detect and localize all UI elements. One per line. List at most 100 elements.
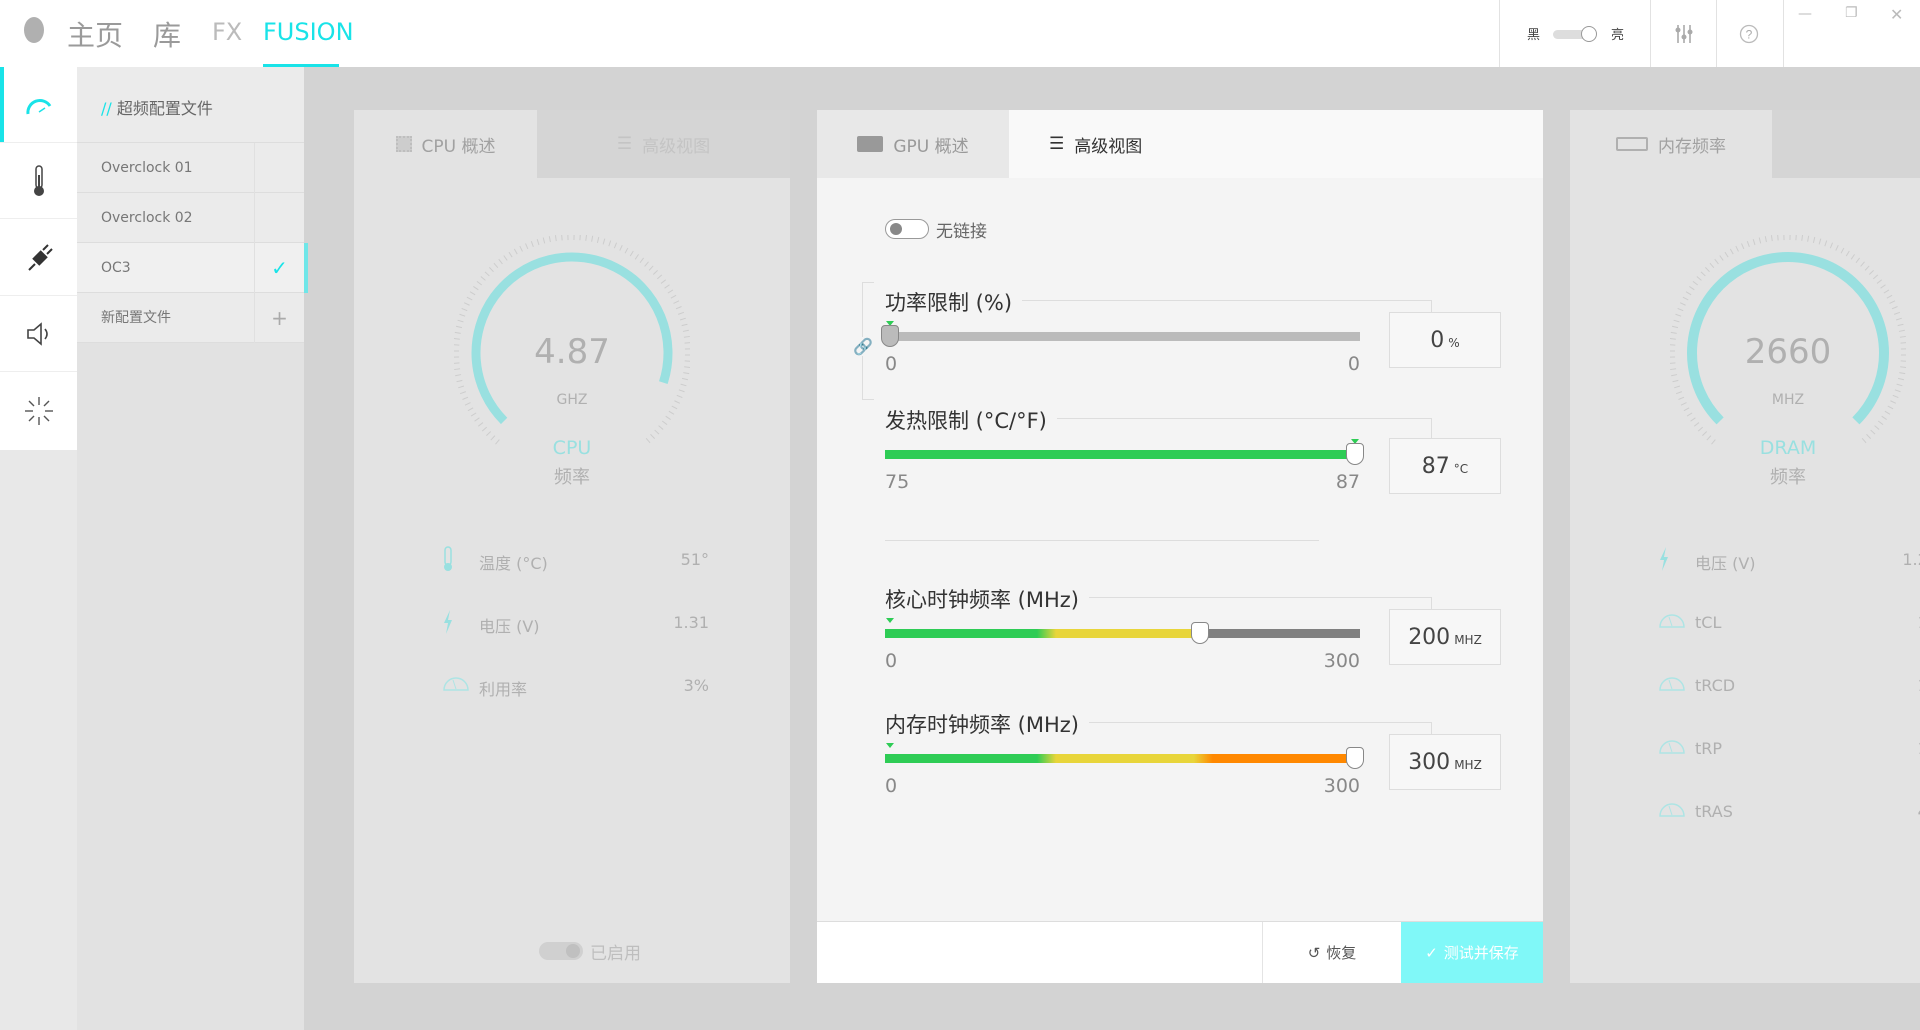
tab-label: GPU 概述 — [893, 136, 969, 157]
slider-value-input[interactable]: 0% — [1389, 312, 1501, 368]
link-toggle[interactable] — [885, 219, 929, 239]
nav-fusion[interactable]: FUSION — [263, 18, 354, 46]
theme-light-label: 亮 — [1611, 28, 1625, 43]
profiles-header-title: 超频配置文件 — [116, 99, 213, 118]
nav-home[interactable]: 主页 — [67, 14, 123, 54]
slider-unit: % — [1448, 336, 1460, 350]
nav-library[interactable]: 库 — [153, 14, 181, 54]
cpu-value: 4.87 — [534, 332, 610, 372]
stat-label: tRP — [1695, 739, 1723, 758]
profiles-header: // 超频配置文件 — [77, 67, 304, 143]
divider — [885, 540, 1319, 541]
sidebar-item-power[interactable] — [0, 220, 77, 296]
help-icon[interactable]: ? — [1739, 24, 1759, 44]
sliders-settings-icon[interactable] — [1674, 24, 1694, 44]
profile-item-active[interactable]: OC3 ✓ — [77, 243, 308, 293]
check-icon: ✓ — [1425, 943, 1438, 962]
tab-gpu-advanced[interactable]: ☰ 高级视图 — [1009, 110, 1543, 178]
chain-link-icon[interactable]: 🔗 — [853, 337, 873, 356]
stat-label: tCL — [1695, 613, 1722, 632]
slider-value: 200 — [1408, 624, 1451, 650]
light-burst-icon — [24, 397, 53, 425]
stat-value: 1.20 — [1902, 550, 1920, 569]
thermometer-icon — [33, 164, 44, 196]
plus-icon: + — [254, 293, 304, 343]
slider-thumb[interactable] — [1346, 443, 1364, 465]
link-toggle-label: 无链接 — [936, 222, 987, 242]
tab-gpu-overview[interactable]: GPU 概述 — [817, 110, 1009, 178]
profile-item[interactable]: Overclock 01 — [77, 143, 304, 193]
stat-label: 电压 (V) — [1695, 554, 1756, 573]
ram-module-icon — [1616, 137, 1648, 151]
theme-toggle[interactable] — [1551, 26, 1599, 42]
test-and-save-button[interactable]: ✓ 测试并保存 — [1401, 922, 1543, 983]
slider-value-input[interactable]: 300 MHZ — [1389, 734, 1501, 790]
slider-bracket — [985, 300, 1432, 335]
default-marker-icon — [886, 618, 894, 623]
profile-item[interactable]: Overclock 02 — [77, 193, 304, 243]
tab-cpu-overview[interactable]: CPU 概述 — [354, 110, 537, 178]
divider — [1783, 0, 1784, 67]
check-icon: ✓ — [254, 243, 304, 293]
profile-label: Overclock 02 — [101, 210, 193, 226]
slider-unit: MHZ — [1454, 633, 1482, 647]
sidebar-item-thermal[interactable] — [0, 143, 77, 219]
slider-thumb[interactable] — [881, 325, 899, 347]
theme-dark-label: 黑 — [1527, 28, 1541, 43]
slider-thumb[interactable] — [1191, 622, 1210, 644]
sidebar-item-audio[interactable] — [0, 296, 77, 372]
stat-value: 43 — [1858, 802, 1920, 821]
tab-cpu-advanced[interactable]: ☰ 高级视图 — [537, 110, 790, 178]
ram-panel: 内存频率 2660 MHZ DRAM 频率 电压 (V) 1.20 tCL 19… — [1570, 110, 1920, 983]
minimize-icon[interactable]: — — [1798, 6, 1812, 22]
nav-fx[interactable]: FX — [212, 18, 242, 46]
slider-value: 300 — [1408, 749, 1451, 775]
divider — [1716, 0, 1717, 67]
sidebar — [0, 67, 77, 450]
stat-label: tRAS — [1695, 802, 1733, 821]
stat-value: 19 — [1858, 676, 1920, 695]
thermometer-icon — [442, 546, 454, 576]
gpu-panel: GPU 概述 ☰ 高级视图 无链接 🔗 功率限制 (%) 0 0 0% 发热限制 … — [817, 110, 1543, 983]
stat-value: 19 — [1858, 613, 1920, 632]
svg-text:?: ? — [1746, 28, 1753, 42]
cpu-unit: GHZ — [556, 392, 588, 408]
gauge-icon — [1658, 672, 1686, 696]
slider-value-input[interactable]: 200 MHZ — [1389, 609, 1501, 665]
slider-max: 300 — [1323, 650, 1360, 672]
restore-button[interactable]: ↺ 恢复 — [1262, 922, 1401, 983]
top-bar: 主页 库 FX FUSION 黑 亮 ? — ❐ ✕ — [0, 0, 1920, 67]
divider — [1499, 0, 1500, 67]
new-profile-item[interactable]: 新配置文件 + — [77, 293, 304, 343]
tab-label: 高级视图 — [1074, 136, 1143, 157]
cpu-enabled-label: 已启用 — [590, 944, 641, 964]
speaker-icon — [26, 321, 48, 346]
slider-track[interactable] — [885, 450, 1360, 459]
gauge-icon — [1658, 735, 1686, 759]
cpu-enabled-toggle[interactable] — [539, 942, 583, 960]
restore-label: 恢复 — [1326, 944, 1357, 962]
sidebar-item-lighting[interactable] — [0, 373, 77, 449]
slider-title: 功率限制 (%) — [885, 287, 1023, 317]
stat-value: 1.31 — [673, 613, 709, 632]
slider-max: 0 — [1347, 353, 1360, 375]
slider-title: 内存时钟频率 (MHz) — [885, 709, 1089, 739]
tab-ram-frequency[interactable]: 内存频率 — [1570, 110, 1772, 178]
slider-min: 0 — [885, 775, 898, 797]
default-marker-icon — [886, 743, 894, 748]
speedometer-icon — [25, 98, 51, 114]
divider — [1650, 0, 1651, 67]
profile-label: OC3 — [101, 260, 131, 276]
cpu-sub: 频率 — [554, 467, 590, 488]
close-icon[interactable]: ✕ — [1890, 5, 1903, 24]
slider-value-input[interactable]: 87 °C — [1389, 438, 1501, 494]
slider-track[interactable] — [885, 629, 1360, 638]
slider-track[interactable] — [885, 754, 1360, 763]
slider-value: 87 — [1421, 453, 1450, 479]
slider-track[interactable] — [885, 332, 1360, 341]
slider-thumb[interactable] — [1346, 747, 1364, 769]
ram-sub: 频率 — [1770, 467, 1806, 488]
cpu-chip-icon — [395, 136, 412, 152]
restore-window-icon[interactable]: ❐ — [1845, 5, 1858, 21]
sidebar-item-overclock[interactable] — [0, 67, 77, 143]
